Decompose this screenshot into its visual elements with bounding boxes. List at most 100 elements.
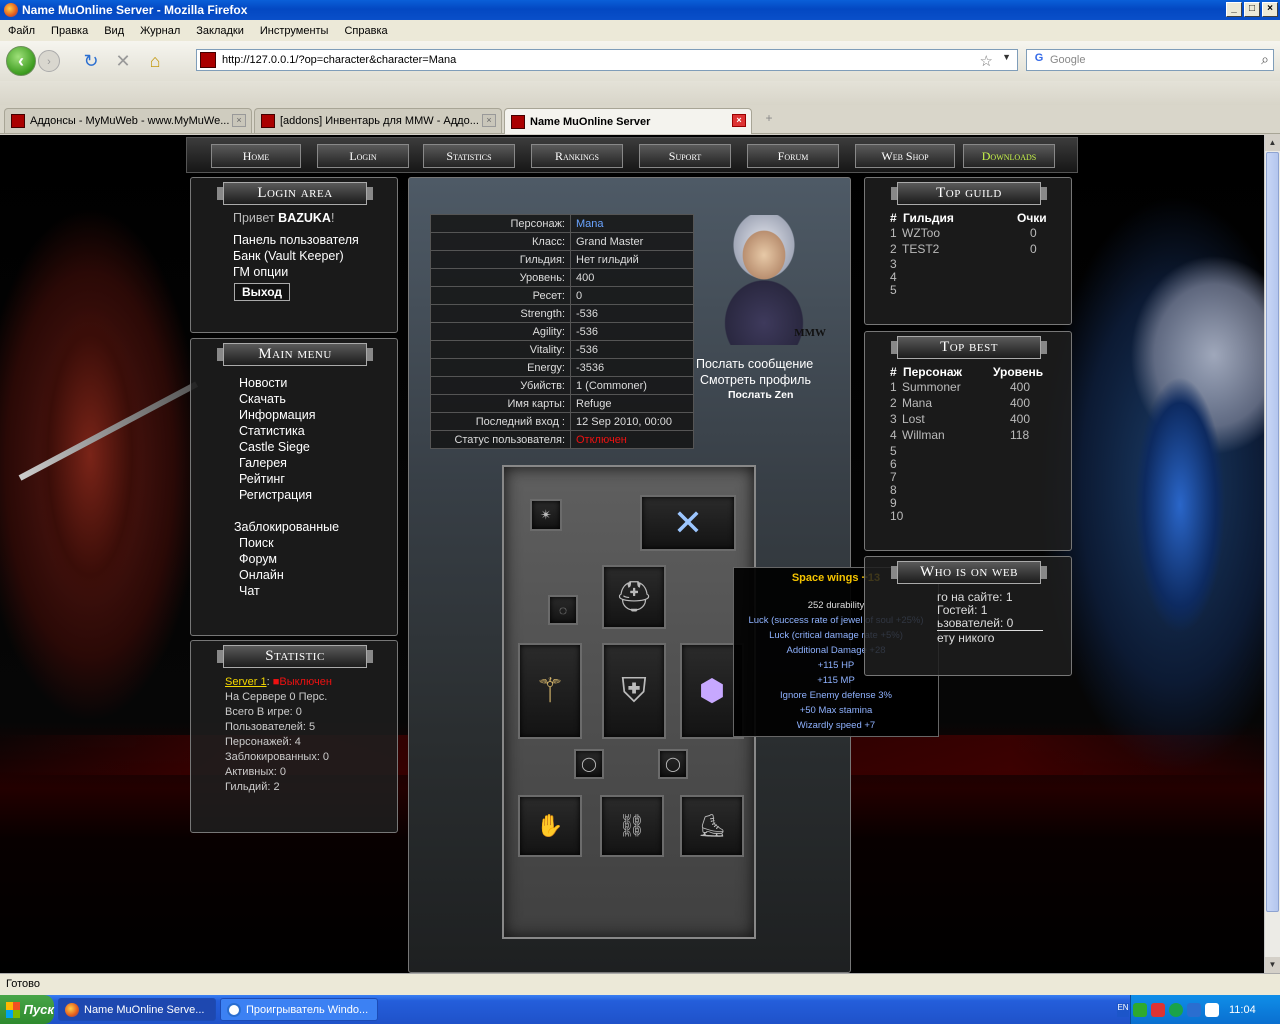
info-key: Agility: xyxy=(430,322,571,341)
menu-banned[interactable]: Заблокированные xyxy=(234,520,339,534)
tab-inventory[interactable]: [addons] Инвентарь для MMW - Аддо... × xyxy=(254,108,502,133)
minimize-button[interactable]: _ xyxy=(1226,2,1242,17)
tray-icon-4[interactable] xyxy=(1187,1002,1201,1017)
send-message-link[interactable]: Послать сообщение xyxy=(696,357,813,371)
boots-slot[interactable]: ⛸ xyxy=(680,795,744,857)
menu-bookmarks[interactable]: Закладки xyxy=(188,25,252,37)
menu-edit[interactable]: Правка xyxy=(43,25,96,37)
menu-help[interactable]: Справка xyxy=(336,25,395,37)
pants-slot[interactable]: ⛓ xyxy=(600,795,664,857)
menu-tools[interactable]: Инструменты xyxy=(252,25,337,37)
stat-line: Гильдий: 2 xyxy=(225,781,280,793)
url-bar[interactable]: http://127.0.0.1/?op=character&character… xyxy=(196,49,1018,71)
row-num: 3 xyxy=(890,412,897,426)
nav-downloads[interactable]: Downloads xyxy=(963,144,1055,168)
menu-rating[interactable]: Рейтинг xyxy=(239,472,285,486)
user-panel-link[interactable]: Панель пользователя xyxy=(233,233,359,247)
maximize-button[interactable]: □ xyxy=(1244,2,1260,17)
search-icon[interactable]: ⌕ xyxy=(1261,51,1269,68)
menu-history[interactable]: Журнал xyxy=(132,25,188,37)
view-profile-link[interactable]: Смотреть профиль xyxy=(700,373,811,387)
forward-button[interactable]: › xyxy=(38,50,60,72)
list-item[interactable]: 2 TEST2 0 xyxy=(890,242,1037,256)
boots-icon: ⛸ xyxy=(698,813,726,838)
list-item[interactable]: 3 Lost 400 xyxy=(890,412,1030,426)
scroll-down-icon[interactable]: ▼ xyxy=(1265,957,1280,973)
tab-close-icon[interactable]: × xyxy=(482,114,496,127)
menu-online[interactable]: Онлайн xyxy=(239,568,284,582)
bookmark-star-icon[interactable]: ☆ xyxy=(980,52,993,70)
tray-icon-1[interactable] xyxy=(1133,1002,1147,1017)
nav-login[interactable]: Login xyxy=(317,144,409,168)
nav-webshop[interactable]: Web Shop xyxy=(855,144,955,168)
menu-castle-siege[interactable]: Castle Siege xyxy=(239,440,310,454)
url-dropdown-icon[interactable]: ▼ xyxy=(1002,52,1011,62)
nav-statistics[interactable]: Statistics xyxy=(423,144,515,168)
gm-options-link[interactable]: ГМ опции xyxy=(233,265,288,279)
scroll-up-icon[interactable]: ▲ xyxy=(1265,135,1280,151)
list-item[interactable]: 1 Summoner 400 xyxy=(890,380,1030,394)
language-indicator[interactable]: EN xyxy=(1117,1002,1129,1017)
pendant-slot[interactable]: ◌ xyxy=(548,595,578,625)
table-row: Класс: Grand Master xyxy=(430,232,694,251)
bank-link[interactable]: Банк (Vault Keeper) xyxy=(233,249,344,263)
taskbar-item-mediaplayer[interactable]: Проигрыватель Windo... xyxy=(220,998,378,1021)
ring-right-slot[interactable]: ◯ xyxy=(658,749,688,779)
list-item[interactable]: 1 WZToo 0 xyxy=(890,226,1037,240)
home-icon[interactable]: ⌂ xyxy=(144,50,166,72)
menu-info[interactable]: Информация xyxy=(239,408,316,422)
menu-stats[interactable]: Статистика xyxy=(239,424,305,438)
row-value: 0 xyxy=(1030,242,1037,256)
search-box[interactable]: G Google ⌕ xyxy=(1026,49,1274,71)
who-online-panel: Who is on web го на сайте: 1 Гостей: 1 ь… xyxy=(864,556,1072,676)
list-item[interactable]: 2 Mana 400 xyxy=(890,396,1030,410)
google-icon[interactable]: G xyxy=(1030,52,1048,68)
send-zen-link[interactable]: Послать Zen xyxy=(728,389,793,401)
tab-close-icon[interactable]: × xyxy=(732,114,746,127)
tray-icon-3[interactable] xyxy=(1169,1002,1183,1017)
ring-left-slot[interactable]: ◯ xyxy=(574,749,604,779)
back-button[interactable]: ‹ xyxy=(6,46,36,76)
menu-gallery[interactable]: Галерея xyxy=(239,456,287,470)
info-key: Energy: xyxy=(430,358,571,377)
staff-icon: ⚚ xyxy=(534,672,566,710)
weapon-slot[interactable]: ⚚ xyxy=(518,643,582,739)
tray-icon-2[interactable] xyxy=(1151,1002,1165,1017)
list-item[interactable]: 4 Willman 118 xyxy=(890,428,1029,442)
start-button[interactable]: Пуск xyxy=(0,995,54,1024)
vertical-scrollbar[interactable]: ▲ ▼ xyxy=(1264,135,1280,973)
server-link[interactable]: Server 1 xyxy=(225,676,267,688)
gloves-slot[interactable]: ✋ xyxy=(518,795,582,857)
tab-muonline[interactable]: Name MuOnline Server × xyxy=(504,108,752,134)
wings-slot[interactable]: ✕ xyxy=(640,495,736,551)
nav-forum[interactable]: Forum xyxy=(747,144,839,168)
menu-chat[interactable]: Чат xyxy=(239,584,260,598)
close-button[interactable]: × xyxy=(1262,2,1278,17)
nav-rankings[interactable]: Rankings xyxy=(531,144,623,168)
armor-slot[interactable]: ⛨ xyxy=(602,643,666,739)
scroll-thumb[interactable] xyxy=(1266,152,1279,912)
menu-news[interactable]: Новости xyxy=(239,376,287,390)
menu-download[interactable]: Скачать xyxy=(239,392,286,406)
helm-slot[interactable]: ⛑ xyxy=(602,565,666,629)
reload-icon[interactable]: ↻ xyxy=(80,50,102,72)
menu-forum[interactable]: Форум xyxy=(239,552,277,566)
logout-button[interactable]: Выход xyxy=(234,283,290,301)
col-character: Персонаж xyxy=(903,365,963,379)
stop-icon[interactable]: ✕ xyxy=(112,50,134,72)
tab-close-icon[interactable]: × xyxy=(232,114,246,127)
nav-home[interactable]: Home xyxy=(211,144,301,168)
stat-line: На Сервере 0 Перс. xyxy=(225,691,328,703)
taskbar-item-firefox[interactable]: Name MuOnline Serve... xyxy=(58,998,216,1021)
new-tab-button[interactable]: + xyxy=(758,111,780,131)
menu-view[interactable]: Вид xyxy=(96,25,132,37)
character-name[interactable]: Mana xyxy=(570,214,694,233)
tab-addons[interactable]: Аддонсы - MyMuWeb - www.MyMuWe... × xyxy=(4,108,252,133)
pet-slot[interactable]: ✴ xyxy=(530,499,562,531)
menu-search[interactable]: Поиск xyxy=(239,536,274,550)
nav-suport[interactable]: Suport xyxy=(639,144,731,168)
menu-file[interactable]: Файл xyxy=(0,25,43,37)
tray-icon-5[interactable] xyxy=(1205,1002,1219,1017)
info-key: Strength: xyxy=(430,304,571,323)
menu-registration[interactable]: Регистрация xyxy=(239,488,312,502)
